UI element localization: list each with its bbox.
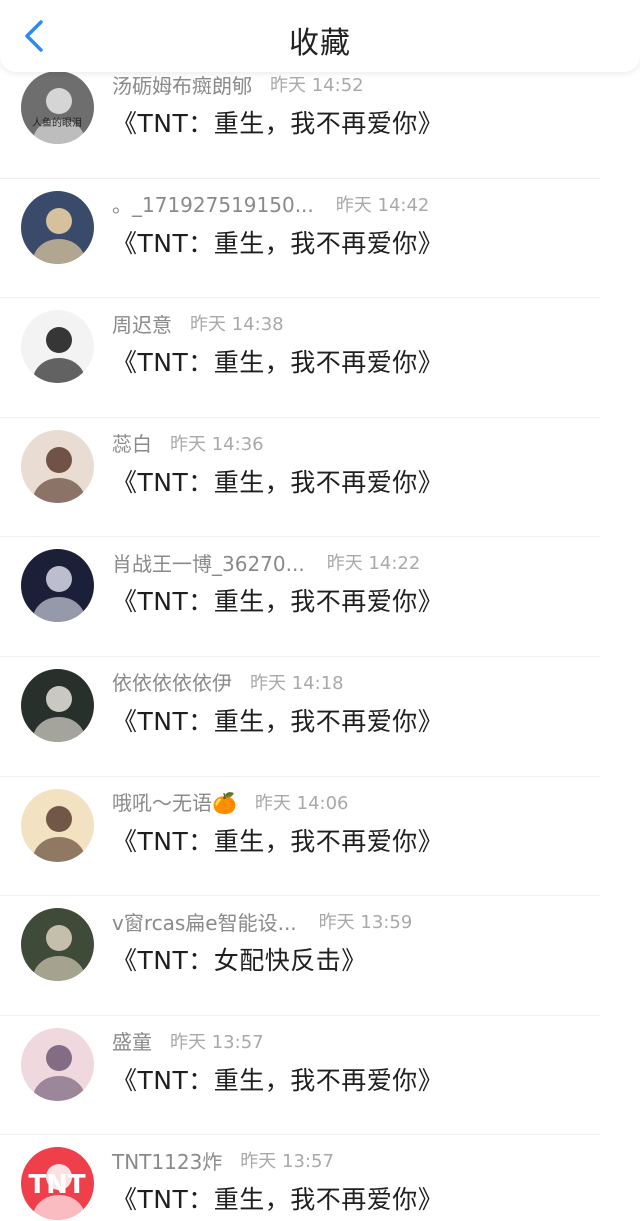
list-item[interactable]: 肖战王一博_36270... 昨天 14:22 《TNT：重生，我不再爱你》 <box>0 537 640 657</box>
page-title: 收藏 <box>289 26 351 61</box>
avatar-image <box>21 788 94 862</box>
story-title[interactable]: 《TNT：重生，我不再爱你》 <box>112 1180 443 1216</box>
item-meta: 肖战王一博_36270... 昨天 14:22 <box>112 548 420 576</box>
avatar-image <box>21 668 94 742</box>
avatar[interactable] <box>21 549 94 623</box>
story-title[interactable]: 《TNT：重生，我不再爱你》 <box>112 702 443 738</box>
timestamp: 昨天 14:22 <box>326 553 421 575</box>
item-meta: 依依依依依伊 昨天 14:18 <box>112 668 344 696</box>
item-meta: 周迟意 昨天 14:38 <box>112 309 284 337</box>
avatar[interactable] <box>21 429 94 503</box>
username[interactable]: 。_171927519150... <box>112 189 314 218</box>
avatar[interactable]: TNT <box>21 1147 94 1221</box>
story-title[interactable]: 《TNT：女配快反击》 <box>112 941 367 977</box>
story-title[interactable]: 《TNT：重生，我不再爱你》 <box>112 224 443 260</box>
username[interactable]: 周迟意 <box>112 309 172 338</box>
list-item[interactable]: 哦吼～无语🍊 昨天 14:06 《TNT：重生，我不再爱你》 <box>0 777 640 897</box>
avatar-image <box>21 310 94 384</box>
username[interactable]: 盛童 <box>112 1026 152 1055</box>
avatar-image: TNT <box>21 1147 94 1221</box>
item-meta: v窗rcas扁e智能设... 昨天 13:59 <box>112 907 412 935</box>
avatar-image <box>21 429 94 503</box>
avatar-image: 人鱼的眼泪 <box>21 71 94 144</box>
list-item[interactable]: 。_171927519150... 昨天 14:42 《TNT：重生，我不再爱你… <box>0 179 640 299</box>
story-title[interactable]: 《TNT：重生，我不再爱你》 <box>112 582 443 618</box>
list-item[interactable]: 依依依依依伊 昨天 14:18 《TNT：重生，我不再爱你》 <box>0 657 640 777</box>
timestamp: 昨天 13:59 <box>318 912 413 934</box>
timestamp: 昨天 14:38 <box>190 314 284 336</box>
avatar-image <box>21 190 94 264</box>
story-title[interactable]: 《TNT：重生，我不再爱你》 <box>112 463 443 499</box>
timestamp: 昨天 14:42 <box>335 194 430 216</box>
list-item[interactable]: 人鱼的眼泪 汤砺姆布癍朗郇 昨天 14:52 《TNT：重生，我不再爱你》 <box>0 59 640 179</box>
username[interactable]: 汤砺姆布癍朗郇 <box>112 70 252 99</box>
list-item[interactable]: 周迟意 昨天 14:38 《TNT：重生，我不再爱你》 <box>0 298 640 418</box>
item-meta: 盛童 昨天 13:57 <box>112 1027 264 1055</box>
story-title[interactable]: 《TNT：重生，我不再爱你》 <box>112 343 443 379</box>
item-meta: 哦吼～无语🍊 昨天 14:06 <box>112 788 349 816</box>
avatar-image <box>21 549 94 623</box>
avatar[interactable] <box>21 1027 94 1101</box>
top-nav-bar: 收藏 <box>0 0 640 72</box>
username[interactable]: 哦吼～无语🍊 <box>112 787 237 816</box>
list-item[interactable]: TNT TNT1123炸 昨天 13:57 《TNT：重生，我不再爱你》 <box>0 1135 640 1221</box>
item-meta: 汤砺姆布癍朗郇 昨天 14:52 <box>112 70 364 98</box>
list-item[interactable]: 蕊白 昨天 14:36 《TNT：重生，我不再爱你》 <box>0 418 640 538</box>
avatar-text: 人鱼的眼泪 <box>32 116 82 129</box>
timestamp: 昨天 14:52 <box>270 75 364 96</box>
item-meta: 蕊白 昨天 14:36 <box>112 429 264 457</box>
timestamp: 昨天 14:36 <box>170 433 264 455</box>
story-title[interactable]: 《TNT：重生，我不再爱你》 <box>112 822 443 858</box>
favorites-list: 人鱼的眼泪 汤砺姆布癍朗郇 昨天 14:52 《TNT：重生，我不再爱你》 。_… <box>0 59 640 1221</box>
username[interactable]: 肖战王一博_36270... <box>112 548 305 577</box>
avatar-image <box>21 1027 94 1101</box>
avatar[interactable] <box>21 788 94 862</box>
timestamp: 昨天 13:57 <box>240 1151 334 1173</box>
favorites-page: 收藏 人鱼的眼泪 汤砺姆布癍朗郇 昨天 14:52 《TNT：重生，我不再爱你》… <box>0 0 640 1221</box>
avatar[interactable]: 人鱼的眼泪 <box>21 71 94 144</box>
timestamp: 昨天 14:18 <box>250 672 344 694</box>
story-title[interactable]: 《TNT：重生，我不再爱你》 <box>112 1061 443 1097</box>
username[interactable]: 蕊白 <box>112 428 152 457</box>
list-item[interactable]: 盛童 昨天 13:57 《TNT：重生，我不再爱你》 <box>0 1016 640 1136</box>
item-meta: TNT1123炸 昨天 13:57 <box>112 1146 334 1174</box>
avatar[interactable] <box>21 190 94 264</box>
avatar-text: TNT <box>28 1170 85 1200</box>
username[interactable]: 依依依依依伊 <box>112 667 232 696</box>
avatar[interactable] <box>21 668 94 742</box>
username[interactable]: v窗rcas扁e智能设... <box>112 907 297 936</box>
list-item[interactable]: v窗rcas扁e智能设... 昨天 13:59 《TNT：女配快反击》 <box>0 896 640 1016</box>
story-title[interactable]: 《TNT：重生，我不再爱你》 <box>112 104 443 140</box>
username[interactable]: TNT1123炸 <box>112 1146 222 1175</box>
avatar[interactable] <box>21 310 94 384</box>
avatar-image <box>21 908 94 982</box>
item-meta: 。_171927519150... 昨天 14:42 <box>112 190 429 218</box>
avatar[interactable] <box>21 908 94 982</box>
timestamp: 昨天 13:57 <box>170 1031 264 1053</box>
timestamp: 昨天 14:06 <box>254 792 349 814</box>
